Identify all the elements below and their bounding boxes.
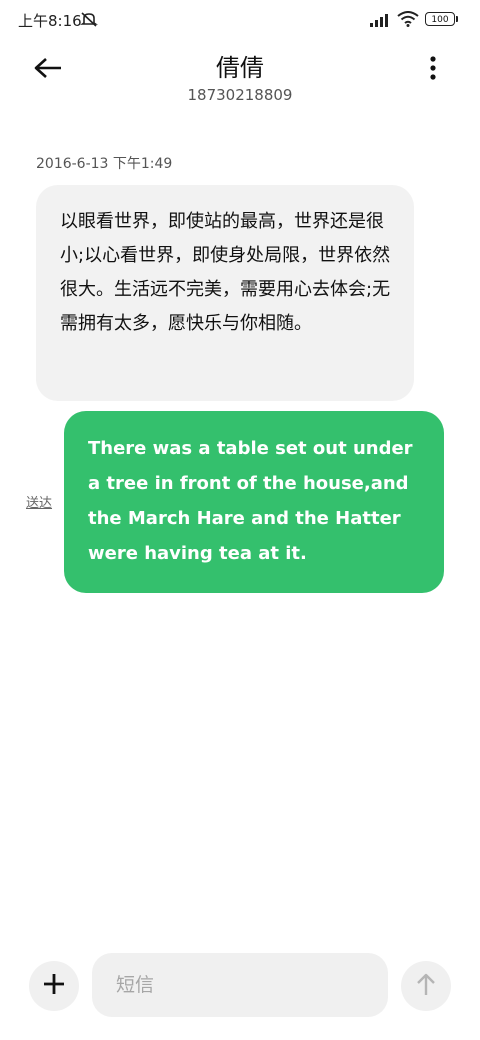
status-bar: 上午8:16 100 bbox=[0, 0, 480, 40]
signal-icon bbox=[370, 12, 392, 31]
status-time: 上午8:16 bbox=[18, 12, 82, 30]
incoming-message-bubble[interactable]: 以眼看世界，即使站的最高，世界还是很小;以心看世界，即使身处局限，世界依然很大。… bbox=[36, 185, 414, 401]
notifications-muted-icon bbox=[79, 11, 99, 31]
contact-number: 18730218809 bbox=[187, 86, 293, 104]
message-input[interactable] bbox=[92, 953, 388, 1017]
send-arrow-up-icon bbox=[416, 972, 436, 1000]
send-button[interactable] bbox=[401, 961, 451, 1011]
plus-icon bbox=[43, 973, 65, 999]
add-attachment-button[interactable] bbox=[29, 961, 79, 1011]
wifi-icon bbox=[397, 11, 419, 31]
delivery-status[interactable]: 送达 bbox=[26, 492, 52, 511]
battery-indicator: 100 bbox=[425, 12, 458, 26]
outgoing-message-bubble[interactable]: There was a table set out under a tree i… bbox=[64, 411, 444, 593]
more-vert-icon bbox=[430, 56, 436, 84]
more-options-button[interactable] bbox=[418, 52, 448, 88]
contact-name: 倩倩 bbox=[216, 54, 264, 82]
message-timestamp: 2016-6-13 下午1:49 bbox=[36, 156, 173, 172]
